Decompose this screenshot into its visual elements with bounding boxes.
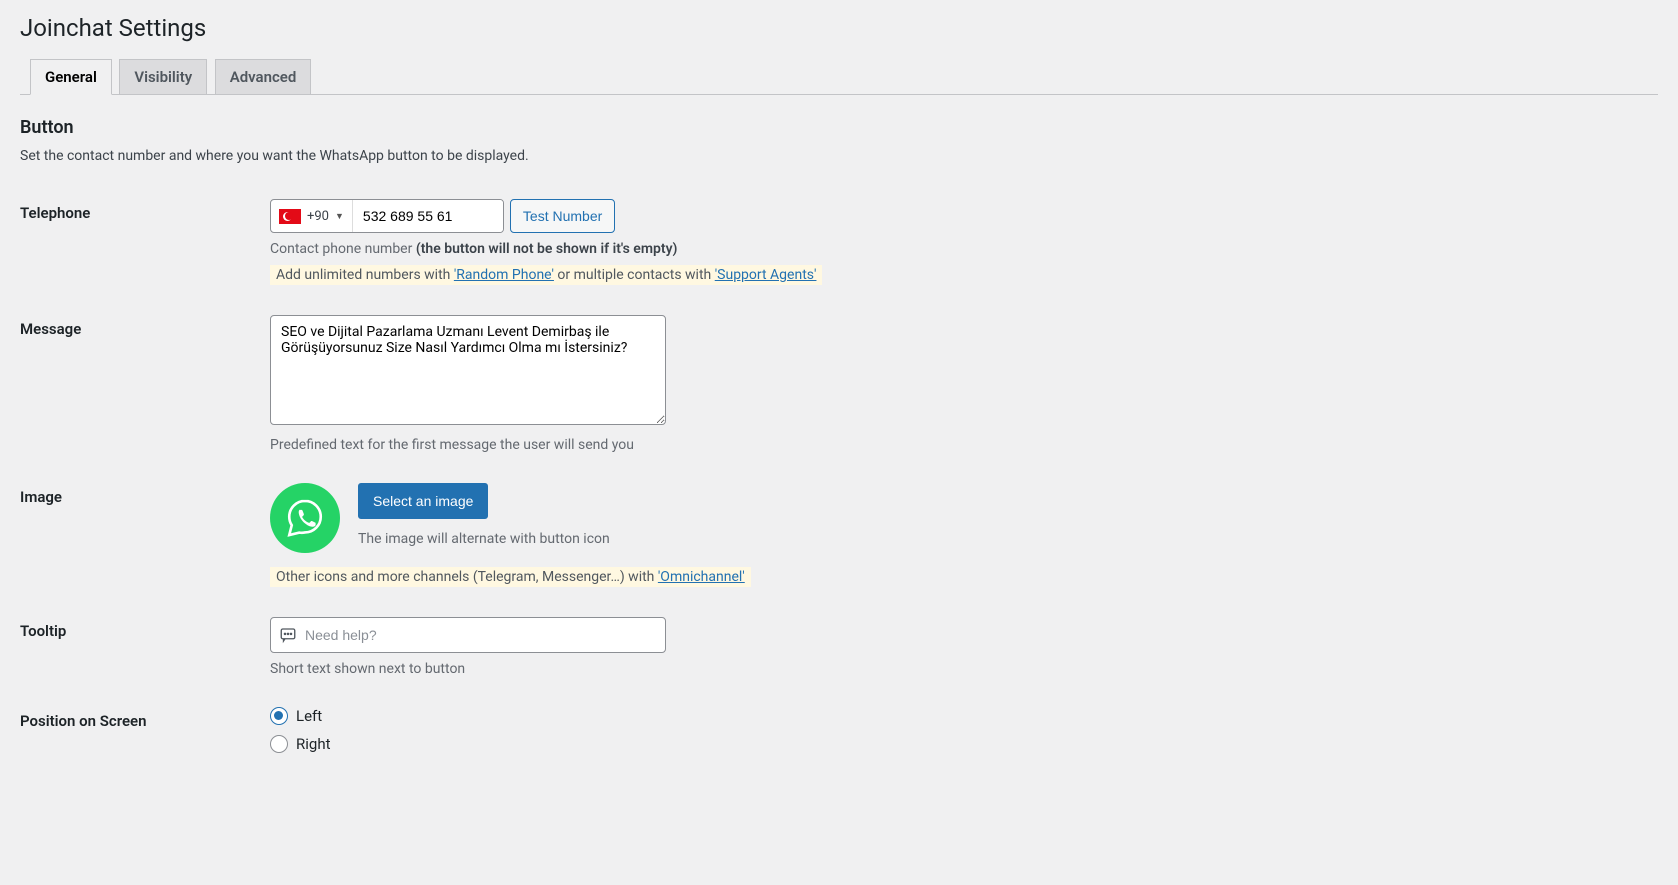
- telephone-label: Telephone: [20, 184, 270, 300]
- test-number-button[interactable]: Test Number: [510, 199, 615, 233]
- support-agents-link[interactable]: 'Support Agents': [715, 267, 817, 283]
- image-help: The image will alternate with button ico…: [358, 531, 610, 547]
- position-option-right[interactable]: Right: [270, 735, 1648, 753]
- telephone-note: Add unlimited numbers with 'Random Phone…: [270, 265, 822, 285]
- position-radio-right[interactable]: [270, 735, 288, 753]
- position-radio-left[interactable]: [270, 707, 288, 725]
- tab-general[interactable]: General: [30, 59, 112, 95]
- tab-visibility[interactable]: Visibility: [119, 59, 207, 94]
- telephone-help: Contact phone number (the button will no…: [270, 241, 1648, 257]
- message-textarea[interactable]: SEO ve Dijital Pazarlama Uzmanı Levent D…: [270, 315, 666, 425]
- page-title: Joinchat Settings: [20, 14, 1658, 42]
- flag-tr-icon: [279, 209, 301, 224]
- message-help: Predefined text for the first message th…: [270, 437, 1648, 453]
- country-selector[interactable]: +90 ▼: [271, 200, 353, 232]
- image-label: Image: [20, 468, 270, 602]
- tooltip-help: Short text shown next to button: [270, 661, 1648, 677]
- whatsapp-icon: [270, 483, 340, 553]
- section-heading: Button: [20, 117, 1658, 138]
- phone-input[interactable]: [353, 200, 503, 232]
- tab-advanced[interactable]: Advanced: [215, 59, 312, 94]
- random-phone-link[interactable]: 'Random Phone': [454, 267, 554, 283]
- omnichannel-link[interactable]: 'Omnichannel': [658, 569, 745, 585]
- dial-code: +90: [307, 209, 329, 224]
- section-description: Set the contact number and where you wan…: [20, 148, 1658, 164]
- message-label: Message: [20, 300, 270, 468]
- position-label: Position on Screen: [20, 692, 270, 778]
- select-image-button[interactable]: Select an image: [358, 483, 488, 519]
- image-note: Other icons and more channels (Telegram,…: [270, 567, 751, 587]
- phone-input-group: +90 ▼: [270, 199, 504, 233]
- tabs-wrapper: General Visibility Advanced: [20, 58, 1658, 95]
- tooltip-input[interactable]: [305, 618, 657, 652]
- position-option-left[interactable]: Left: [270, 707, 1648, 725]
- speech-bubble-icon: [279, 626, 297, 644]
- chevron-down-icon: ▼: [335, 211, 344, 222]
- tooltip-label: Tooltip: [20, 602, 270, 692]
- tooltip-input-wrap: [270, 617, 666, 653]
